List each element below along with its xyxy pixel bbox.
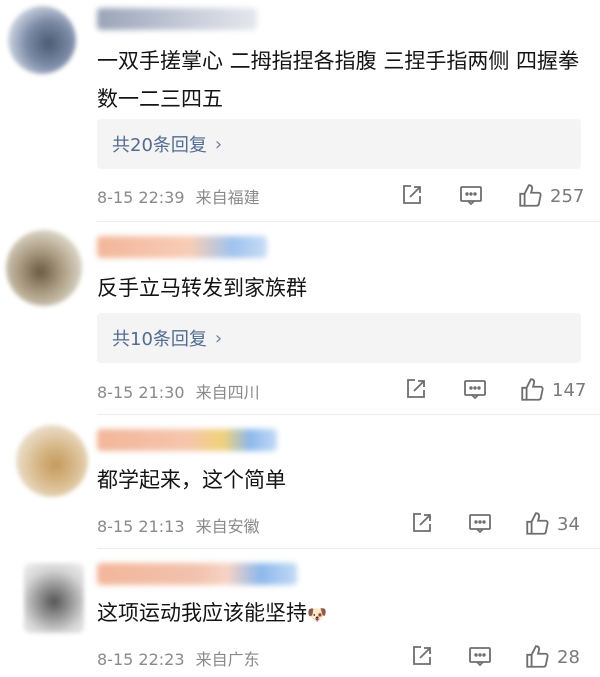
like-count: 257	[550, 185, 585, 207]
comment-text: 一双手搓掌心 二拇指捏各指腹 三捏手指两侧 四握拳数一二三四五	[97, 49, 580, 111]
avatar[interactable]	[6, 230, 82, 306]
thumbs-up-icon	[519, 184, 542, 207]
timestamp: 8-15 21:13	[97, 517, 185, 536]
comment-item: 反手立马转发到家族群 共10条回复 › 8-15 21:30 来自四川 147	[0, 222, 600, 415]
comment-icon	[469, 514, 491, 534]
username[interactable]	[97, 236, 267, 258]
comment-button[interactable]	[459, 183, 483, 207]
avatar[interactable]	[16, 425, 88, 497]
share-button[interactable]	[404, 377, 428, 401]
chevron-right-icon: ›	[214, 133, 223, 155]
like-button[interactable]: 34	[524, 511, 580, 537]
comment-meta: 8-15 21:13 来自安徽	[97, 513, 260, 537]
comment-icon	[460, 186, 482, 206]
timestamp: 8-15 21:30	[97, 383, 185, 402]
location: 来自安徽	[195, 517, 260, 536]
share-button[interactable]	[410, 644, 434, 668]
comment-icon	[469, 647, 491, 667]
comment-meta: 8-15 22:23 来自广东	[97, 646, 260, 670]
share-icon	[403, 185, 421, 204]
comment-item: 这项运动我应该能坚持🐶 8-15 22:23 来自广东 28	[0, 549, 600, 677]
comment-button[interactable]	[463, 377, 487, 401]
comment-text: 反手立马转发到家族群	[97, 276, 307, 300]
comment-icon	[464, 380, 486, 400]
comment-item: 一双手搓掌心 二拇指捏各指腹 三捏手指两侧 四握拳数一二三四五 共20条回复 › …	[0, 0, 600, 222]
view-replies-link[interactable]: 共10条回复 ›	[112, 325, 222, 351]
username[interactable]	[97, 429, 277, 451]
timestamp: 8-15 22:39	[97, 188, 185, 207]
username[interactable]	[97, 563, 297, 585]
share-button[interactable]	[410, 511, 434, 535]
share-icon	[413, 513, 431, 532]
like-button[interactable]: 257	[517, 183, 584, 209]
like-button[interactable]: 147	[519, 377, 586, 403]
comment-meta: 8-15 21:30 来自四川	[97, 379, 260, 403]
like-count: 147	[552, 379, 587, 401]
dog-emoji: 🐶	[307, 605, 327, 624]
location: 来自广东	[195, 650, 260, 669]
location: 来自福建	[195, 188, 260, 207]
share-button[interactable]	[400, 183, 424, 207]
comment-text: 都学起来，这个简单	[97, 468, 286, 492]
comment-button[interactable]	[468, 644, 492, 668]
view-replies-link[interactable]: 共20条回复 ›	[112, 131, 222, 157]
like-button[interactable]: 28	[524, 644, 580, 670]
comment-meta: 8-15 22:39 来自福建	[97, 184, 260, 208]
like-count: 34	[557, 513, 580, 535]
share-icon	[413, 646, 431, 665]
thumbs-up-icon	[526, 645, 549, 668]
avatar[interactable]	[8, 6, 76, 74]
like-count: 28	[557, 646, 580, 668]
thumbs-up-icon	[526, 512, 549, 535]
location: 来自四川	[195, 383, 260, 402]
comment-item: 都学起来，这个简单 8-15 21:13 来自安徽 34	[0, 415, 600, 548]
share-icon	[407, 379, 425, 398]
replies-box: 共10条回复 ›	[97, 313, 581, 363]
comment-button[interactable]	[468, 511, 492, 535]
timestamp: 8-15 22:23	[97, 650, 185, 669]
chevron-right-icon: ›	[214, 327, 223, 349]
comment-text: 这项运动我应该能坚持🐶	[97, 601, 327, 625]
avatar[interactable]	[24, 563, 84, 633]
thumbs-up-icon	[521, 378, 544, 401]
replies-box: 共20条回复 ›	[97, 119, 581, 169]
username[interactable]	[97, 8, 257, 30]
